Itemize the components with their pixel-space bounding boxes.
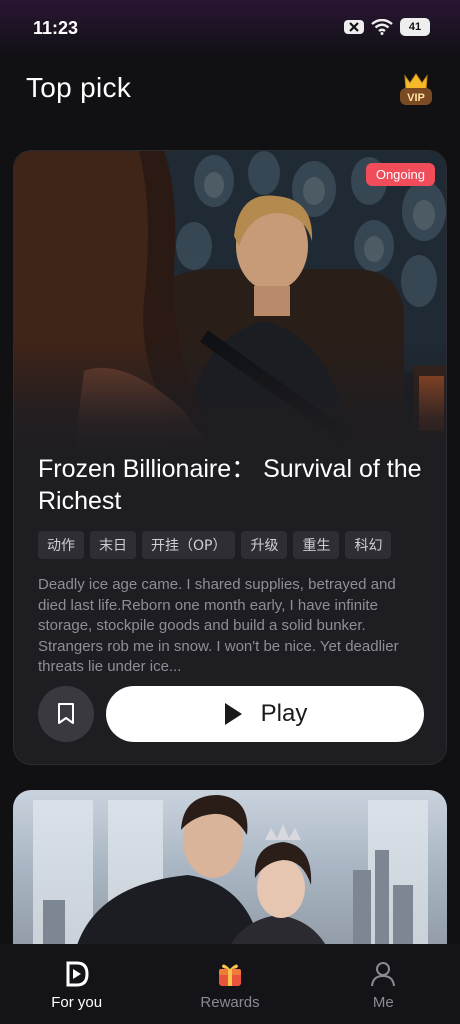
- bookmark-icon: [58, 703, 74, 724]
- person-icon: [371, 962, 396, 987]
- nav-item-rewards[interactable]: Rewards: [153, 944, 306, 1024]
- wifi-icon: [371, 19, 393, 35]
- status-badge: Ongoing: [365, 163, 435, 186]
- cover-gradient: [14, 341, 446, 451]
- gift-icon: [218, 964, 241, 986]
- bookmark-button[interactable]: [38, 686, 94, 742]
- genre-tag[interactable]: 科幻: [345, 531, 392, 559]
- play-icon: [224, 703, 242, 725]
- nav-label: Me: [372, 994, 394, 1011]
- page-title: Top pick: [26, 72, 132, 103]
- status-bar: 11:23 41: [0, 0, 460, 58]
- cover-image: Ongoing: [14, 151, 446, 451]
- battery-indicator: 41: [400, 18, 430, 36]
- featured-card[interactable]: Ongoing Frozen Billionaire： Survival of …: [13, 150, 447, 765]
- nav-label: For you: [51, 994, 103, 1011]
- status-icons: 41: [344, 18, 430, 36]
- genre-tags: 动作 末日 开挂（OP） 升级 重生 科幻: [38, 531, 392, 559]
- second-card[interactable]: [13, 790, 447, 960]
- vip-badge[interactable]: VIP: [397, 70, 435, 108]
- nav-label: Rewards: [200, 994, 260, 1011]
- vip-crown-icon: VIP: [400, 73, 432, 105]
- nav-item-me[interactable]: Me: [307, 944, 460, 1024]
- for-you-logo-icon: [66, 961, 89, 987]
- genre-tag[interactable]: 重生: [293, 531, 340, 559]
- genre-tag[interactable]: 升级: [241, 531, 288, 559]
- genre-tag[interactable]: 动作: [38, 531, 84, 559]
- status-time: 11:23: [33, 18, 79, 38]
- book-title[interactable]: Frozen Billionaire： Survival of the Rich…: [38, 453, 433, 517]
- svg-text:VIP: VIP: [407, 92, 425, 104]
- genre-tag[interactable]: 末日: [90, 531, 136, 559]
- play-button[interactable]: Play: [106, 686, 424, 742]
- nav-item-for-you[interactable]: For you: [0, 944, 153, 1024]
- play-label: Play: [260, 700, 308, 727]
- notification-muted-icon: [344, 20, 364, 34]
- second-cover-image: [33, 795, 428, 960]
- genre-tag[interactable]: 开挂（OP）: [142, 531, 236, 559]
- bottom-nav: For you Rewards Me: [0, 944, 460, 1024]
- book-description: Deadly ice age came. I shared supplies, …: [38, 576, 399, 675]
